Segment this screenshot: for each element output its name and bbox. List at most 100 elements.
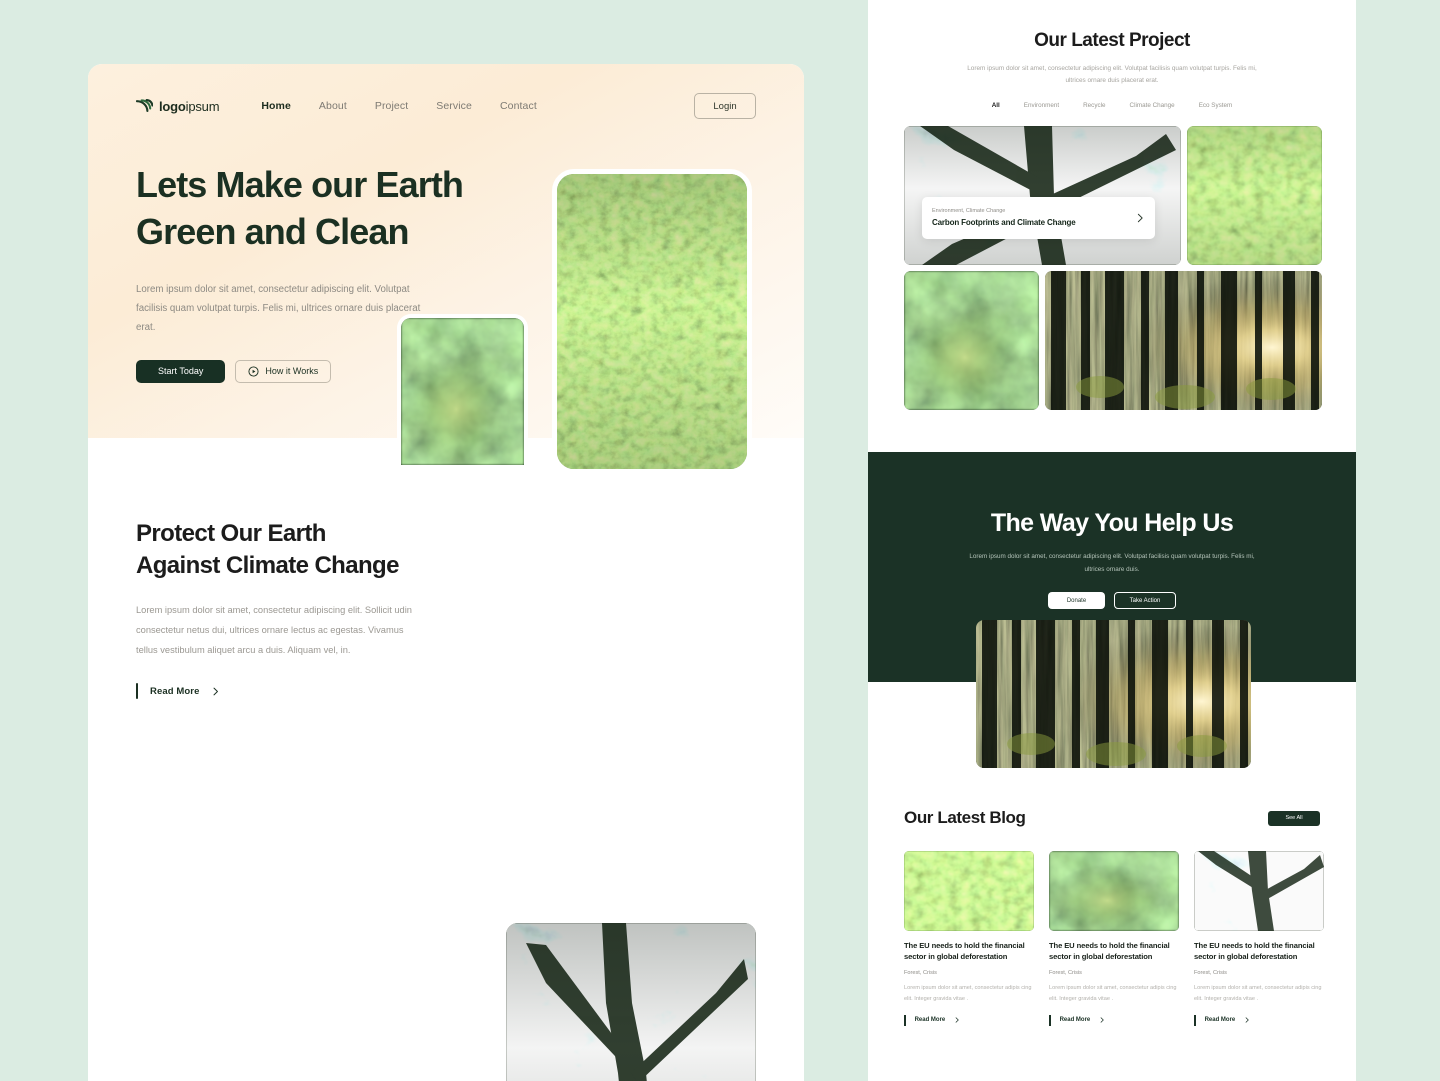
help-actions: Donate Take Action <box>868 592 1356 610</box>
left-page-preview: logoipsum Home About Project Service Con… <box>88 64 804 1081</box>
hero-title: Lets Make our Earth Green and Clean <box>136 162 536 256</box>
blog-read-more-label: Read More <box>1204 1017 1236 1024</box>
filter-eco-system[interactable]: Eco System <box>1199 102 1233 109</box>
project-card-aerial[interactable] <box>1187 125 1322 265</box>
nav-link-contact[interactable]: Contact <box>500 100 537 112</box>
project-filter-tabs: All Environment Recycle Climate Change E… <box>904 102 1320 109</box>
project-header: Our Latest Project Lorem ipsum dolor sit… <box>904 0 1320 88</box>
aerial-forest-canopy-photo <box>904 851 1034 931</box>
aerial-forest-canopy-photo <box>1187 125 1322 265</box>
project-card-carbon-footprints[interactable]: Environment, Climate Change Carbon Footp… <box>904 125 1181 265</box>
aerial-forest-canopy-photo <box>557 174 747 469</box>
blog-card-title: The EU needs to hold the financial secto… <box>904 941 1025 962</box>
hero-subtitle: Lorem ipsum dolor sit amet, consectetur … <box>136 283 421 334</box>
looking-up-tree-canopy-photo <box>506 923 756 1081</box>
project-grid: Environment, Climate Change Carbon Footp… <box>904 125 1322 410</box>
hero-title-line2: Green and Clean <box>136 210 409 252</box>
filter-recycle[interactable]: Recycle <box>1083 102 1105 109</box>
logo-bold: logo <box>159 98 186 114</box>
how-it-works-label: How it Works <box>265 366 319 377</box>
how-it-works-button[interactable]: How it Works <box>235 359 332 383</box>
blog-read-more-link[interactable]: Read More <box>1194 1014 1250 1026</box>
protect-title-line2: Against Climate Change <box>136 551 399 579</box>
blog-card-excerpt: Lorem ipsum dolor sit amet, consectetur … <box>904 984 1032 1002</box>
blog-card-title: The EU needs to hold the financial secto… <box>1194 941 1315 962</box>
protect-read-more-label: Read More <box>150 685 200 697</box>
blog-thumbnail <box>904 851 1034 931</box>
project-overlay-tags: Environment, Climate Change <box>932 208 1006 215</box>
accent-bar <box>1049 1014 1051 1026</box>
filter-environment[interactable]: Environment <box>1024 102 1059 109</box>
top-navigation: logoipsum Home About Project Service Con… <box>88 64 804 126</box>
hero-section: logoipsum Home About Project Service Con… <box>88 64 804 474</box>
blog-thumbnail <box>1049 851 1179 931</box>
left-content: Protect Our Earth Against Climate Change… <box>88 438 804 1081</box>
logo-text: logoipsum <box>159 98 220 114</box>
project-overlay-card[interactable]: Environment, Climate Change Carbon Footp… <box>922 196 1155 239</box>
take-action-button[interactable]: Take Action <box>1114 592 1176 610</box>
project-overlay-text: Environment, Climate Change Carbon Footp… <box>932 208 1135 227</box>
green-shrub-closeup-photo <box>1049 851 1179 931</box>
nav-link-home[interactable]: Home <box>261 100 291 112</box>
protect-title: Protect Our Earth Against Climate Change <box>136 518 427 581</box>
looking-up-tree-canopy-photo <box>904 125 1181 265</box>
nav-link-project[interactable]: Project <box>375 100 408 112</box>
blog-card-excerpt: Lorem ipsum dolor sit amet, consectetur … <box>1049 984 1177 1002</box>
hero-image-shrub <box>397 314 528 469</box>
nav-links: Home About Project Service Contact <box>261 100 537 112</box>
sunlit-pine-forest-photo <box>976 620 1251 768</box>
chevron-right-icon <box>213 687 219 696</box>
project-subtitle: Lorem ipsum dolor sit amet, consectetur … <box>967 65 1257 85</box>
nav-link-about[interactable]: About <box>319 100 347 112</box>
donate-button[interactable]: Donate <box>1048 592 1105 610</box>
protect-read-more-link[interactable]: Read More <box>136 683 220 700</box>
chevron-right-icon <box>1245 1017 1249 1023</box>
project-card-shrub[interactable] <box>904 270 1039 410</box>
nav-link-service[interactable]: Service <box>436 100 472 112</box>
blog-card-meta: Forest, Crisis <box>1049 969 1082 976</box>
blog-read-more-label: Read More <box>1059 1017 1091 1024</box>
logo[interactable]: logoipsum <box>136 98 220 114</box>
play-circle-icon <box>248 366 259 377</box>
filter-climate-change[interactable]: Climate Change <box>1130 102 1175 109</box>
accent-bar <box>1194 1014 1196 1026</box>
help-title: The Way You Help Us <box>990 509 1234 537</box>
filter-all[interactable]: All <box>992 102 1000 109</box>
section-protect-our-earth: Protect Our Earth Against Climate Change… <box>136 438 756 704</box>
blog-read-more-link[interactable]: Read More <box>1049 1014 1105 1026</box>
protect-body: Lorem ipsum dolor sit amet, consectetur … <box>136 605 412 656</box>
blog-card-meta: Forest, Crisis <box>904 969 937 976</box>
blog-header: Our Latest Blog See All <box>904 808 1320 828</box>
protect-title-line1: Protect Our Earth <box>136 520 326 547</box>
chevron-right-icon <box>955 1017 959 1023</box>
help-subtitle: Lorem ipsum dolor sit amet, consectetur … <box>969 553 1255 573</box>
project-section: Our Latest Project Lorem ipsum dolor sit… <box>868 0 1356 410</box>
blog-card-excerpt: Lorem ipsum dolor sit amet, consectetur … <box>1194 984 1322 1002</box>
login-button[interactable]: Login <box>694 93 756 119</box>
green-shrub-closeup-photo <box>401 318 524 465</box>
start-today-button[interactable]: Start Today <box>136 359 226 383</box>
green-shrub-closeup-photo <box>904 270 1039 410</box>
screenshot-stage: logoipsum Home About Project Service Con… <box>0 0 1440 1081</box>
blog-card[interactable]: The EU needs to hold the financial secto… <box>904 851 1034 1031</box>
protect-image-canopy <box>506 923 756 1081</box>
accent-bar <box>136 683 138 700</box>
project-card-sunlit-forest[interactable] <box>1045 270 1322 410</box>
blog-title: Our Latest Blog <box>904 808 1026 827</box>
chevron-right-icon <box>1100 1017 1104 1023</box>
accent-bar <box>904 1014 906 1026</box>
hero-image-aerial-forest <box>552 169 752 474</box>
see-all-button[interactable]: See All <box>1268 810 1320 826</box>
project-title: Our Latest Project <box>1034 30 1190 51</box>
blog-card[interactable]: The EU needs to hold the financial secto… <box>1194 851 1324 1031</box>
right-page-preview: Our Latest Project Lorem ipsum dolor sit… <box>868 0 1356 1081</box>
leaf-signal-icon <box>136 98 153 112</box>
looking-up-tree-canopy-photo <box>1194 851 1324 931</box>
blog-card-title: The EU needs to hold the financial secto… <box>1049 941 1170 962</box>
blog-card-meta: Forest, Crisis <box>1194 969 1227 976</box>
chevron-right-icon[interactable] <box>1135 213 1145 223</box>
blog-card[interactable]: The EU needs to hold the financial secto… <box>1049 851 1179 1031</box>
blog-thumbnail <box>1194 851 1324 931</box>
sunlit-pine-forest-photo <box>1045 270 1322 410</box>
blog-read-more-link[interactable]: Read More <box>904 1014 960 1026</box>
